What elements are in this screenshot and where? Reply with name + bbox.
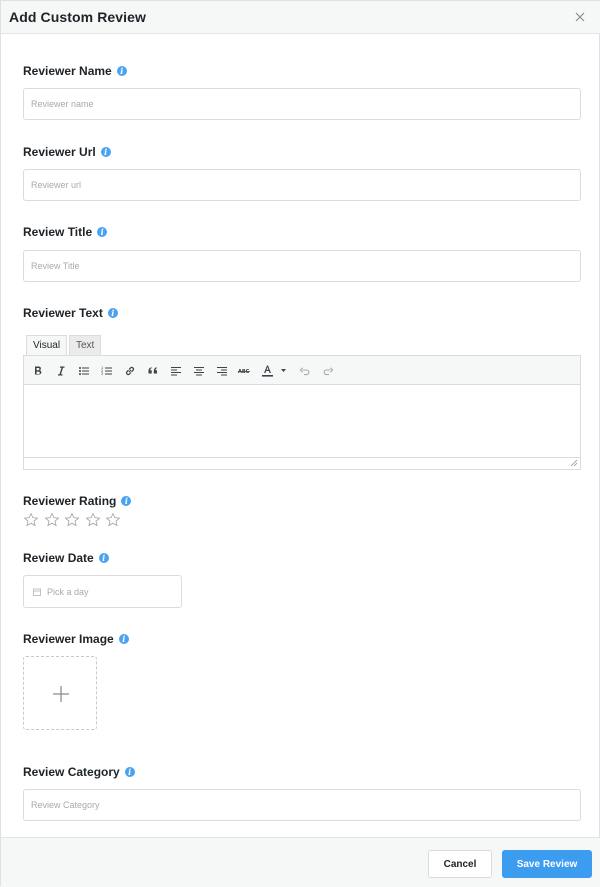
bold-icon <box>35 366 42 375</box>
add-review-modal: Add Custom Review Reviewer Name i Review… <box>0 0 600 887</box>
text-color-button[interactable] <box>260 363 290 379</box>
blockquote-icon <box>148 367 157 374</box>
numbered-list-icon: 123 <box>101 366 112 376</box>
review-category-label-text: Review Category <box>23 765 120 779</box>
svg-text:ABC: ABC <box>238 369 250 375</box>
info-icon[interactable]: i <box>100 147 111 157</box>
reviewer-url-label-text: Reviewer Url <box>23 145 96 159</box>
star-icon[interactable] <box>85 512 101 528</box>
image-upload-button[interactable] <box>23 656 97 730</box>
strikethrough-icon: ABC <box>238 369 250 375</box>
italic-button[interactable] <box>53 363 69 379</box>
info-icon[interactable]: i <box>121 496 132 506</box>
link-button[interactable] <box>122 363 138 379</box>
tab-visual[interactable]: Visual <box>26 335 68 356</box>
resize-handle-icon[interactable] <box>570 459 578 467</box>
review-category-label: Review Category i <box>23 765 135 779</box>
reviewer-rating-label: Reviewer Rating i <box>23 494 132 508</box>
calendar-icon <box>33 588 41 596</box>
reviewer-text-label-text: Reviewer Text <box>23 306 103 320</box>
numbered-list-button[interactable]: 123 <box>99 363 115 379</box>
date-placeholder: Pick a day <box>47 587 89 597</box>
review-text-editor[interactable] <box>23 385 581 458</box>
info-icon[interactable]: i <box>116 66 127 76</box>
blockquote-button[interactable] <box>145 363 161 379</box>
align-left-button[interactable] <box>168 363 184 379</box>
star-icon[interactable] <box>105 512 121 528</box>
reviewer-image-label-text: Reviewer Image <box>23 632 114 646</box>
redo-button[interactable] <box>320 363 336 379</box>
align-center-icon <box>194 367 204 376</box>
bulleted-list-icon <box>79 367 89 375</box>
plus-icon <box>53 686 69 702</box>
undo-button[interactable] <box>297 363 313 379</box>
reviewer-url-input[interactable] <box>23 169 581 201</box>
modal-footer: Cancel Save Review <box>1 837 600 887</box>
svg-text:3: 3 <box>101 372 103 376</box>
reviewer-name-label-text: Reviewer Name <box>23 64 112 78</box>
star-icon[interactable] <box>44 512 60 528</box>
save-review-button[interactable]: Save Review <box>502 850 592 878</box>
review-title-input[interactable] <box>23 250 581 282</box>
info-icon[interactable]: i <box>124 767 135 777</box>
redo-icon <box>323 367 334 376</box>
close-button[interactable] <box>573 10 587 24</box>
info-icon[interactable]: i <box>97 227 108 237</box>
reviewer-rating-label-text: Reviewer Rating <box>23 494 117 508</box>
text-color-icon <box>262 365 286 377</box>
star-icon[interactable] <box>64 512 80 528</box>
review-date-picker[interactable]: Pick a day <box>23 575 182 608</box>
reviewer-text-label: Reviewer Text i <box>23 306 118 320</box>
modal-title: Add Custom Review <box>9 9 147 25</box>
italic-icon <box>58 366 65 376</box>
reviewer-name-label: Reviewer Name i <box>23 64 127 78</box>
info-icon[interactable]: i <box>107 308 118 318</box>
star-rating <box>23 512 126 528</box>
reviewer-url-label: Reviewer Url i <box>23 145 111 159</box>
align-right-icon <box>217 367 227 376</box>
strikethrough-button[interactable]: ABC <box>237 363 253 379</box>
align-center-button[interactable] <box>191 363 207 379</box>
reviewer-name-input[interactable] <box>23 88 581 120</box>
undo-icon <box>299 367 310 376</box>
review-title-label: Review Title i <box>23 225 108 239</box>
editor-toolbar: 123 ABC <box>23 355 581 385</box>
align-right-button[interactable] <box>214 363 230 379</box>
star-icon[interactable] <box>23 512 39 528</box>
reviewer-image-label: Reviewer Image i <box>23 632 129 646</box>
close-icon <box>575 12 585 22</box>
review-category-input[interactable] <box>23 789 581 821</box>
review-date-label: Review Date i <box>23 551 109 565</box>
link-icon <box>125 366 135 376</box>
review-date-label-text: Review Date <box>23 551 94 565</box>
info-icon[interactable]: i <box>118 634 129 644</box>
bold-button[interactable] <box>30 363 46 379</box>
modal-header: Add Custom Review <box>1 1 600 34</box>
info-icon[interactable]: i <box>98 553 109 563</box>
editor-statusbar <box>23 457 581 470</box>
align-left-icon <box>171 367 181 376</box>
bulleted-list-button[interactable] <box>76 363 92 379</box>
tab-text[interactable]: Text <box>69 335 102 356</box>
review-title-label-text: Review Title <box>23 225 93 239</box>
cancel-button[interactable]: Cancel <box>428 850 492 878</box>
